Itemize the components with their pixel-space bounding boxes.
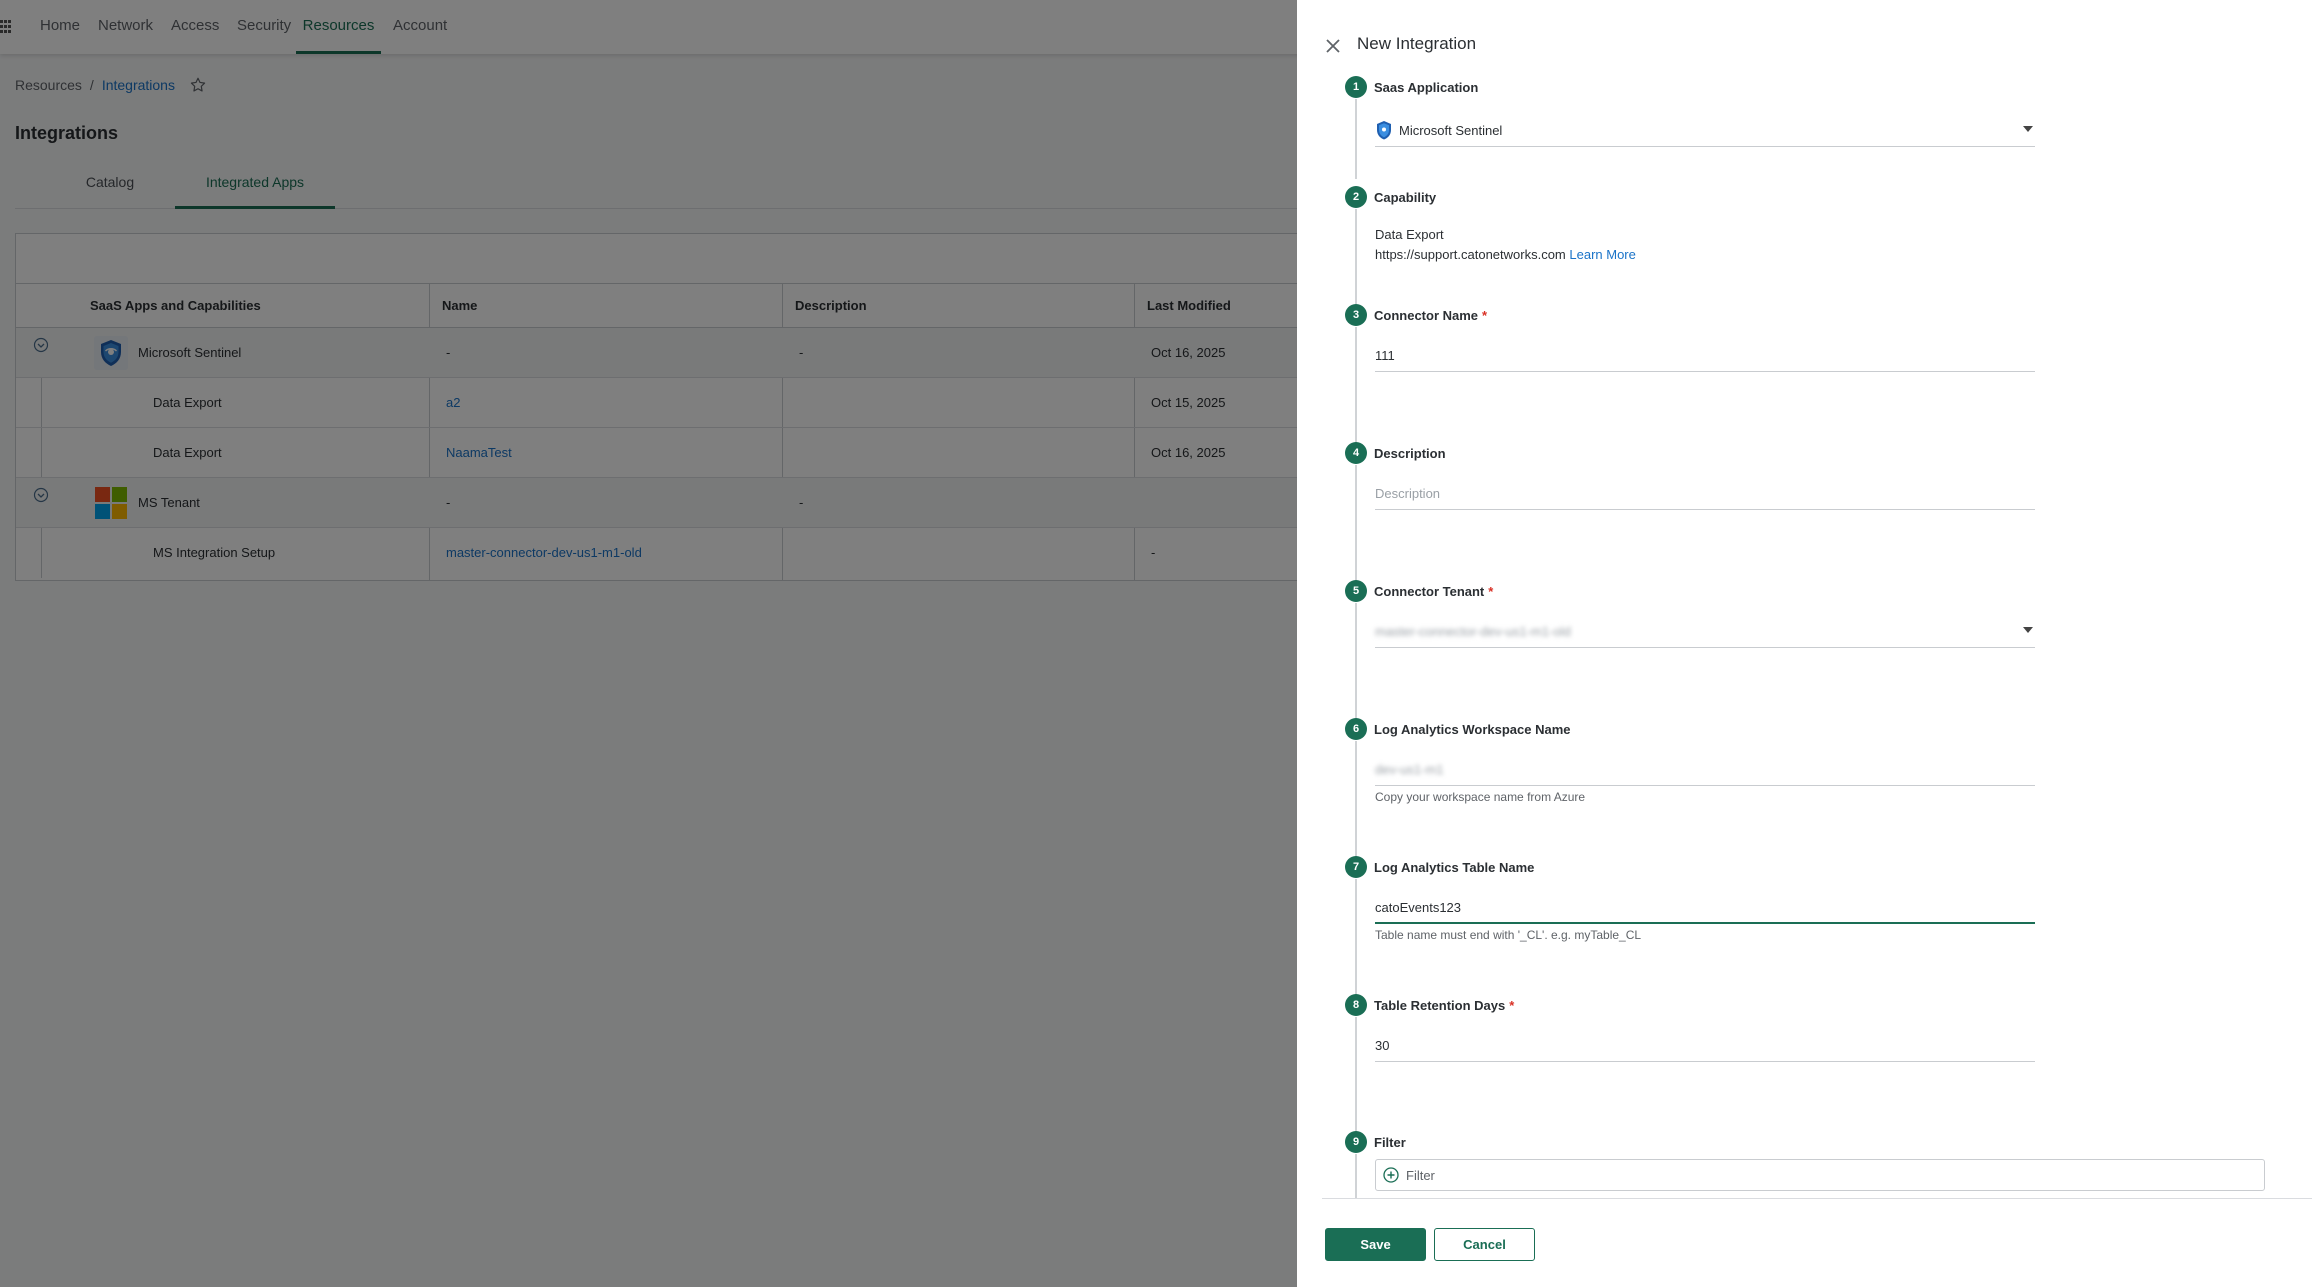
retention-days-field[interactable]: 30 [1375, 1028, 2035, 1062]
step-label-connector-tenant: Connector Tenant * [1374, 584, 1493, 599]
capability-value: Data Export [1375, 227, 1444, 242]
step-number: 4 [1345, 442, 1367, 464]
filter-input[interactable]: Filter [1375, 1159, 2265, 1191]
workspace-name-value: dev-us1-m1 [1375, 762, 1444, 777]
step-label-table-name: Log Analytics Table Name [1374, 860, 1535, 875]
step-label-connector-name: Connector Name * [1374, 308, 1487, 323]
add-filter-icon[interactable] [1383, 1167, 1399, 1183]
step-number: 9 [1345, 1131, 1367, 1153]
step-connector [1355, 209, 1357, 304]
retention-days-value: 30 [1375, 1038, 1390, 1053]
connector-tenant-label: Connector Tenant [1374, 584, 1485, 599]
step-number: 6 [1345, 718, 1367, 740]
required-marker: * [1509, 998, 1515, 1013]
step-label-filter: Filter [1374, 1135, 1406, 1150]
step-connector [1355, 1154, 1357, 1198]
chevron-down-icon[interactable] [2023, 627, 2033, 633]
step-connector [1355, 1017, 1357, 1133]
workspace-name-field[interactable]: dev-us1-m1 [1375, 752, 2035, 786]
step-connector [1355, 99, 1357, 179]
panel-title: New Integration [1357, 34, 1477, 53]
connector-name-label: Connector Name [1374, 308, 1479, 323]
connector-tenant-select[interactable]: master-connector-dev-us1-m1-old [1375, 614, 2035, 648]
saas-application-select[interactable]: Microsoft Sentinel [1375, 113, 2035, 147]
table-name-value: catoEvents123 [1375, 900, 1462, 915]
microsoft-sentinel-icon [1377, 121, 1391, 140]
footer-divider [1322, 1198, 2312, 1199]
connector-tenant-value: master-connector-dev-us1-m1-old [1375, 624, 1571, 639]
capability-help: https://support.catonetworks.com Learn M… [1375, 247, 1636, 262]
close-icon[interactable] [1324, 37, 1342, 55]
filter-placeholder: Filter [1406, 1168, 1435, 1183]
step-number: 8 [1345, 994, 1367, 1016]
step-number: 2 [1345, 186, 1367, 208]
step-label-retention-days: Table Retention Days * [1374, 998, 1514, 1013]
connector-name-field[interactable]: 111 [1375, 338, 2035, 372]
table-name-field[interactable]: catoEvents123 [1375, 890, 2035, 924]
chevron-down-icon[interactable] [2023, 126, 2033, 132]
learn-more-link[interactable]: Learn More [1569, 247, 1635, 262]
retention-days-label: Table Retention Days [1374, 998, 1506, 1013]
step-label-workspace-name: Log Analytics Workspace Name [1374, 722, 1571, 737]
required-marker: * [1488, 584, 1494, 599]
cancel-button[interactable]: Cancel [1434, 1228, 1535, 1261]
step-connector [1355, 465, 1357, 581]
workspace-name-helper: Copy your workspace name from Azure [1375, 790, 1586, 804]
description-field[interactable]: Description [1375, 476, 2035, 510]
support-url: https://support.catonetworks.com [1375, 247, 1566, 262]
step-number: 1 [1345, 76, 1367, 98]
step-connector [1355, 879, 1357, 995]
step-label-capability: Capability [1374, 190, 1437, 205]
step-connector [1355, 741, 1357, 857]
save-button[interactable]: Save [1325, 1228, 1426, 1261]
step-number: 7 [1345, 856, 1367, 878]
step-label-description: Description [1374, 446, 1446, 461]
step-number: 5 [1345, 580, 1367, 602]
step-number: 3 [1345, 304, 1367, 326]
step-connector [1355, 603, 1357, 719]
step-label-saas-application: Saas Application [1374, 80, 1479, 95]
step-connector [1355, 327, 1357, 443]
connector-name-value: 111 [1375, 348, 1395, 363]
table-name-helper: Table name must end with '_CL'. e.g. myT… [1375, 928, 1642, 942]
required-marker: * [1482, 308, 1488, 323]
new-integration-panel: New Integration 1 Saas Application Micro… [1297, 0, 2312, 1287]
description-placeholder: Description [1375, 486, 1441, 501]
saas-application-value: Microsoft Sentinel [1399, 123, 1503, 138]
